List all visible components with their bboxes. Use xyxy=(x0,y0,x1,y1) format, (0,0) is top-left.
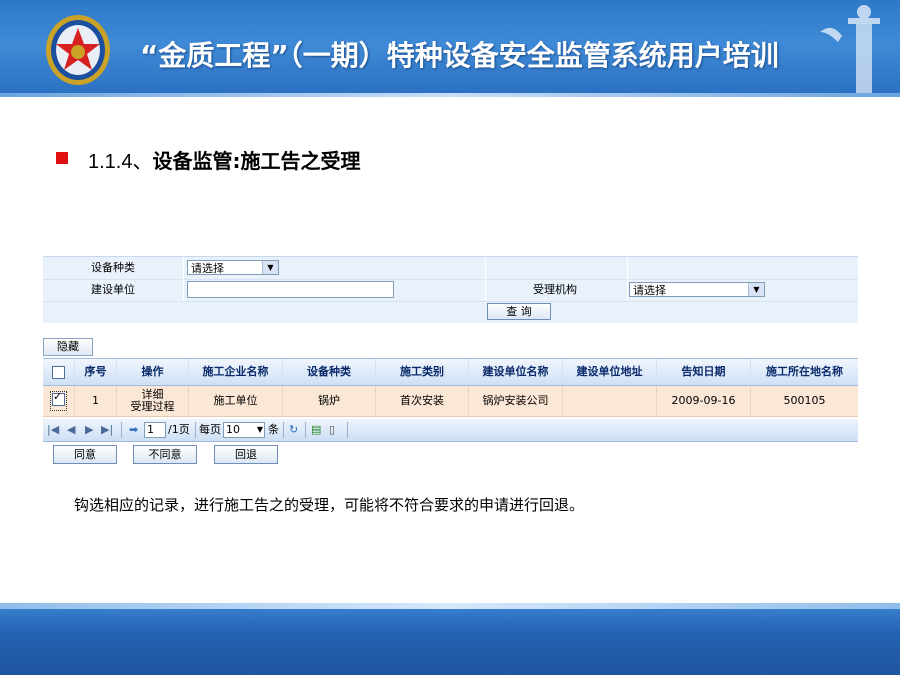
divider xyxy=(485,257,486,301)
page-number-input[interactable]: 1 xyxy=(144,422,166,438)
last-page-icon[interactable]: ▶| xyxy=(101,422,113,438)
section-heading: 1.1.4、设备监管:施工告之受理 xyxy=(88,145,360,174)
header-location: 施工所在地名称 xyxy=(766,365,843,378)
disagree-button[interactable]: 不同意 xyxy=(133,445,197,464)
org-select-value: 请选择 xyxy=(633,284,666,297)
per-page-unit: 条 xyxy=(268,423,279,436)
select-all-checkbox[interactable] xyxy=(52,365,65,379)
form-row-2: 建设单位 受理机构 请选择 ▼ xyxy=(43,279,858,302)
divider xyxy=(627,257,628,301)
row-checkbox-focus xyxy=(50,391,67,411)
section-text: 设备监管:施工告之受理 xyxy=(152,149,361,173)
total-pages: /1页 xyxy=(168,423,190,436)
divider xyxy=(183,257,184,301)
row-checkbox[interactable] xyxy=(52,391,65,406)
export-excel-icon[interactable]: ▤ xyxy=(311,422,321,438)
row-build-unit: 锅炉安装公司 xyxy=(469,386,563,416)
pager-toolbar: |◀ ◀ ▶ ▶| ➡ 1 /1页 每页 10 ▼ 条 ↻ ▤ ▯ xyxy=(43,419,858,442)
refresh-icon[interactable]: ↻ xyxy=(289,422,298,438)
pager-divider xyxy=(195,422,196,438)
pager-divider xyxy=(283,422,284,438)
header-build-unit: 建设单位名称 xyxy=(469,359,563,385)
header-device-type: 设备种类 xyxy=(283,359,376,385)
bullet-square-icon xyxy=(56,152,68,164)
device-type-select[interactable]: 请选择 ▼ xyxy=(187,260,279,275)
search-form: 设备种类 请选择 ▼ 建设单位 受理机构 请选择 ▼ 查 询 xyxy=(43,256,858,323)
chevron-down-icon: ▼ xyxy=(262,261,278,274)
slide-header: “金质工程”（一期）特种设备安全监管系统用户培训 xyxy=(0,0,900,97)
chevron-down-icon: ▼ xyxy=(256,425,263,434)
slide-title: “金质工程”（一期）特种设备安全监管系统用户培训 xyxy=(140,39,779,72)
section-number: 1.1.4、 xyxy=(88,151,153,173)
row-company: 施工单位 xyxy=(189,386,283,416)
header-category: 施工类别 xyxy=(376,359,469,385)
go-arrow-icon[interactable]: ➡ xyxy=(129,422,138,438)
hide-button[interactable]: 隐藏 xyxy=(43,338,93,356)
table-header: 序号 操作 施工企业名称 设备种类 施工类别 建设单位名称 建设单位地址 告知日… xyxy=(43,358,858,386)
per-page-label: 每页 xyxy=(199,423,221,436)
instruction-note: 钩选相应的记录，进行施工告之的受理，可能将不符合要求的申请进行回退。 xyxy=(74,496,585,514)
device-type-label: 设备种类 xyxy=(91,261,135,274)
export-text-icon[interactable]: ▯ xyxy=(329,422,335,438)
pager-divider xyxy=(347,422,348,438)
return-button[interactable]: 回退 xyxy=(214,445,278,464)
header-index: 序号 xyxy=(75,359,117,385)
header-date: 告知日期 xyxy=(657,359,751,385)
form-row-1: 设备种类 请选择 ▼ xyxy=(43,257,858,280)
first-page-icon[interactable]: |◀ xyxy=(47,422,59,438)
row-select-cell xyxy=(43,386,75,416)
prev-page-icon[interactable]: ◀ xyxy=(67,422,75,438)
table-row[interactable]: 1 详细 受理过程 施工单位 锅炉 首次安装 锅炉安装公司 2009-09-16… xyxy=(43,386,858,417)
build-unit-label: 建设单位 xyxy=(91,283,135,296)
process-link[interactable]: 受理过程 xyxy=(131,401,175,413)
emblem-icon xyxy=(46,15,110,85)
header-build-address: 建设单位地址 xyxy=(563,359,657,385)
build-unit-input[interactable] xyxy=(187,281,394,298)
query-button[interactable]: 查 询 xyxy=(487,303,551,320)
pager-divider xyxy=(305,422,306,438)
row-build-address xyxy=(563,386,657,416)
agree-button[interactable]: 同意 xyxy=(53,445,117,464)
per-page-value: 10 xyxy=(226,423,240,436)
row-date: 2009-09-16 xyxy=(657,386,751,416)
header-operation: 操作 xyxy=(117,359,189,385)
pager-divider xyxy=(121,422,122,438)
row-location: 500105 xyxy=(783,394,826,407)
device-type-select-value: 请选择 xyxy=(191,262,224,275)
header-company: 施工企业名称 xyxy=(189,359,283,385)
select-all-cell xyxy=(43,359,75,385)
row-device-type: 锅炉 xyxy=(283,386,376,416)
per-page-select[interactable]: 10 ▼ xyxy=(223,422,265,438)
row-index: 1 xyxy=(75,386,117,416)
org-select[interactable]: 请选择 ▼ xyxy=(629,282,765,297)
slide-footer xyxy=(0,603,900,675)
next-page-icon[interactable]: ▶ xyxy=(85,422,93,438)
org-label: 受理机构 xyxy=(533,283,577,296)
chevron-down-icon: ▼ xyxy=(748,283,764,296)
row-operation: 详细 受理过程 xyxy=(117,386,189,416)
row-category: 首次安装 xyxy=(376,386,469,416)
